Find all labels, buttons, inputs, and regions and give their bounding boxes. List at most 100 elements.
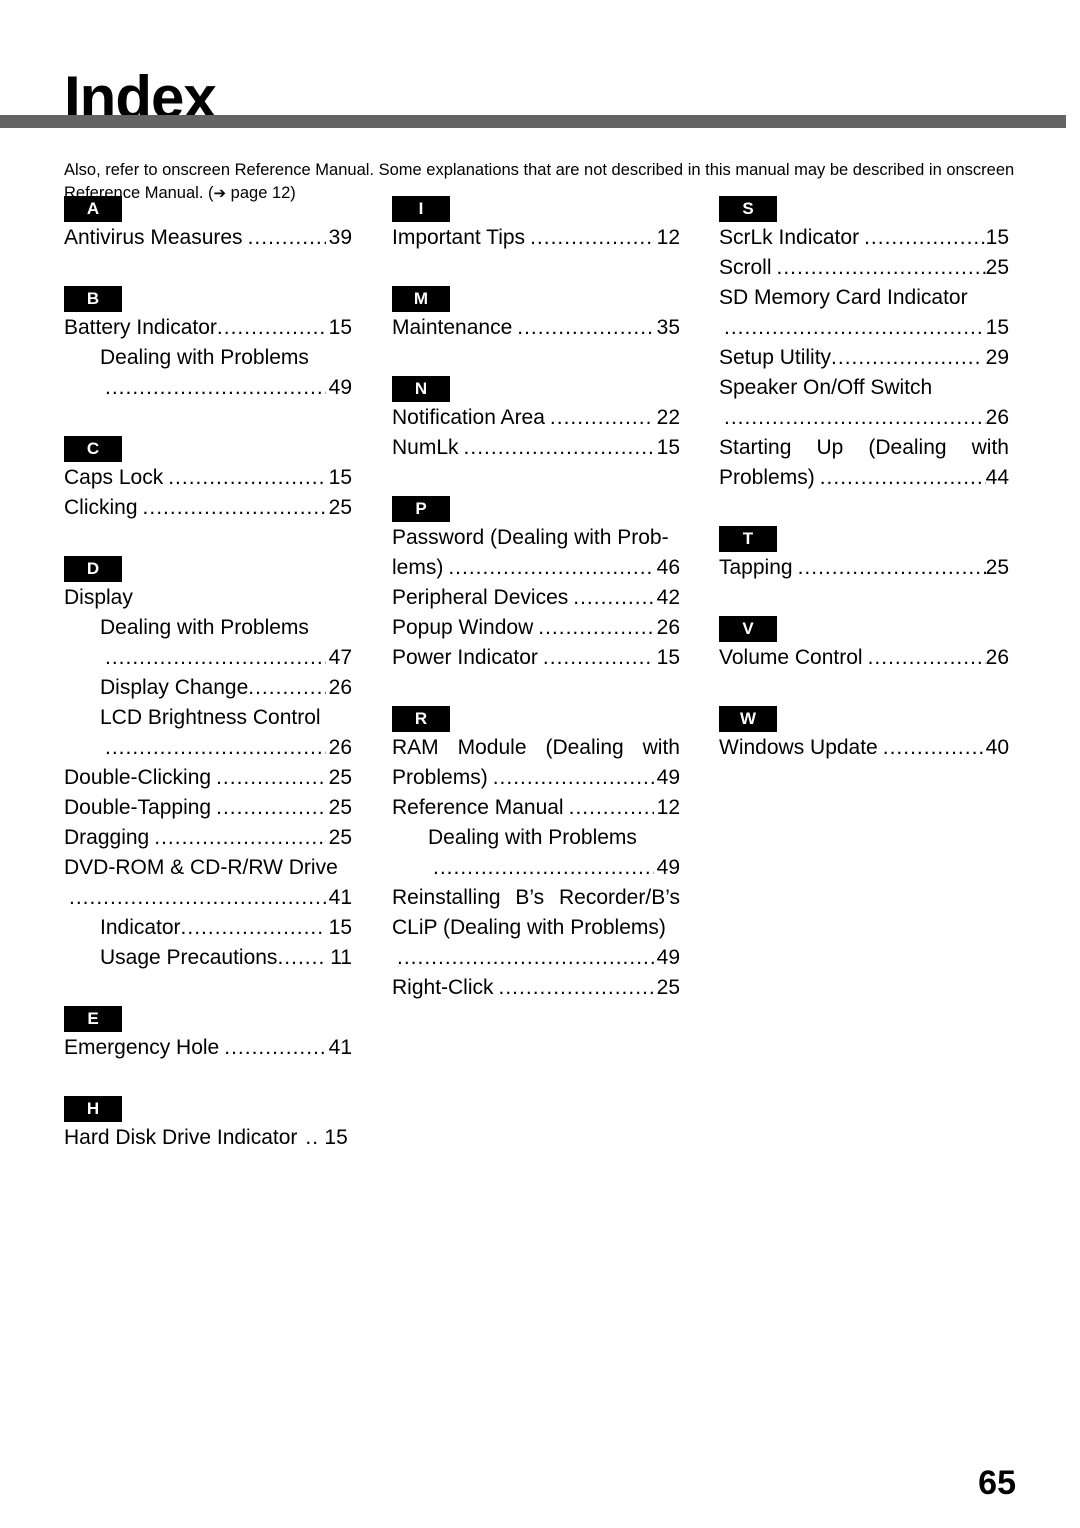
dot-leader (777, 253, 986, 283)
index-entry[interactable]: ScrLk Indicator 15 (719, 223, 1009, 253)
column-2: IImportant Tips12MMaintenance35NNotifica… (392, 196, 680, 1003)
letter-group-spacer (64, 973, 352, 1006)
dot-leader (181, 913, 326, 943)
index-entry-wrapped-line: Starting Up (Dealing with (719, 433, 1009, 463)
index-entry[interactable]: Scroll 25 (719, 253, 1009, 283)
index-entry[interactable]: Tapping 25 (719, 553, 1009, 583)
index-entry-leader-row[interactable]: 47 (64, 643, 352, 673)
index-entry[interactable]: Hard Disk Drive Indicator 15 (64, 1123, 352, 1153)
header-divider (0, 115, 1066, 128)
index-entry[interactable]: Setup Utility 29 (719, 343, 1009, 373)
index-entry-page-number: 35 (656, 316, 680, 339)
letter-badge-p: P (392, 496, 450, 522)
index-entry-label: Notification Area (392, 406, 545, 429)
index-entry-page-number: 47 (328, 646, 352, 669)
column-1: A Antivirus Measures 39 B Battery Indicator 1… (64, 196, 352, 1153)
index-entry-page-number: 49 (656, 766, 680, 789)
index-entry[interactable]: Volume Control 26 (719, 643, 1009, 673)
index-entry[interactable]: Windows Update 40 (719, 733, 1009, 763)
index-entry[interactable]: Usage Precautions 11 (64, 943, 352, 973)
index-entry[interactable]: Notification Area 22 (392, 403, 680, 433)
index-entry[interactable]: Peripheral Devices 42 (392, 583, 680, 613)
dot-leader (517, 313, 653, 343)
index-columns: A Antivirus Measures 39 B Battery Indicator 1… (0, 196, 1080, 1396)
index-entry[interactable]: Reference Manual 12 (392, 793, 680, 823)
index-entry[interactable]: Problems) 49 (392, 763, 680, 793)
letter-group-h: H Hard Disk Drive Indicator 15 (64, 1096, 352, 1153)
index-entry[interactable]: lems) 46 (392, 553, 680, 583)
index-entry[interactable]: Clicking 25 (64, 493, 352, 523)
index-entry[interactable]: Maintenance 35 (392, 313, 680, 343)
index-entry-leader-row[interactable]: 26 (64, 733, 352, 763)
letter-group-spacer (719, 673, 1009, 706)
index-entry-leader-row[interactable]: 49 (392, 943, 680, 973)
letter-badge-s: S (719, 196, 777, 222)
dot-leader (248, 223, 326, 253)
letter-group-spacer (64, 523, 352, 556)
letter-badge-h: H (64, 1096, 122, 1122)
index-entry[interactable]: Dragging 25 (64, 823, 352, 853)
index-entry[interactable]: Antivirus Measures 39 (64, 223, 352, 253)
index-entry[interactable]: Battery Indicator 15 (64, 313, 352, 343)
index-entry-page-number: 44 (985, 466, 1009, 489)
letter-badge-c: C (64, 436, 122, 462)
index-entry-label: Double-Clicking (64, 766, 212, 789)
letter-badge-d: D (64, 556, 122, 582)
index-entry-page-number: 25 (328, 826, 352, 849)
index-entry-label: Setup Utility (719, 346, 832, 369)
dot-leader (305, 1123, 321, 1153)
index-entry-page-number: 15 (328, 316, 352, 339)
index-entry-leader-row[interactable]: 41 (64, 883, 352, 913)
dot-leader (448, 553, 653, 583)
index-entry-leader-row[interactable]: 26 (719, 403, 1009, 433)
index-entry-label: Problems) (719, 466, 815, 489)
index-entry-page-number: 25 (985, 256, 1009, 279)
index-entry[interactable]: Important Tips 12 (392, 223, 680, 253)
dot-leader (154, 823, 325, 853)
index-entry-word: B’s (515, 886, 545, 909)
index-entry[interactable]: Problems) 44 (719, 463, 1009, 493)
index-entry[interactable]: Popup Window 26 (392, 613, 680, 643)
index-entry[interactable]: Caps Lock 15 (64, 463, 352, 493)
index-entry-title: LCD Brightness Control (100, 706, 321, 729)
index-entry-word: with (971, 436, 1009, 459)
column-3: S ScrLk Indicator 15 Scroll 25 SD Memory Card… (719, 196, 1009, 763)
index-entry[interactable]: Double-Clicking 25 (64, 763, 352, 793)
index-entry[interactable]: Indicator 15 (64, 913, 352, 943)
index-entry-page-number: 26 (328, 736, 352, 759)
index-entry-label: Important Tips (392, 226, 526, 249)
index-entry-page-number: 49 (328, 376, 352, 399)
index-entry-label: Antivirus Measures (64, 226, 243, 249)
letter-badge-r: R (392, 706, 450, 732)
index-entry-leader-row[interactable]: 15 (719, 313, 1009, 343)
index-entry[interactable]: NumLk 15 (392, 433, 680, 463)
dot-leader (105, 643, 326, 673)
index-entry[interactable]: Emergency Hole 41 (64, 1033, 352, 1063)
index-entry-word: with (642, 736, 680, 759)
letter-group-n: N Notification Area 22 NumLk 15 (392, 376, 680, 463)
index-entry-leader-row[interactable]: 49 (64, 373, 352, 403)
index-entry[interactable]: Right-Click 25 (392, 973, 680, 1003)
index-entry-page-number: 26 (328, 676, 352, 699)
index-entry-leader-row[interactable]: 49 (392, 853, 680, 883)
dot-leader (105, 373, 326, 403)
index-entry-title: SD Memory Card Indicator (719, 286, 968, 309)
index-entry[interactable]: Power Indicator 15 (392, 643, 680, 673)
dot-leader (168, 463, 325, 493)
dot-leader (538, 613, 653, 643)
letter-group-spacer (719, 583, 1009, 616)
letter-group-spacer (392, 673, 680, 706)
intro-line-1: Also, refer to onscreen Reference Manual… (64, 160, 925, 179)
index-entry[interactable]: Double-Tapping 25 (64, 793, 352, 823)
letter-group-p: P Password (Dealing with Prob-lems) 46 Peri… (392, 496, 680, 673)
letter-group-w: W Windows Update 40 (719, 706, 1009, 763)
index-entry[interactable]: Display Change 26 (64, 673, 352, 703)
index-entry-page-number: 25 (985, 556, 1009, 579)
index-entry-page-number: 15 (985, 226, 1009, 249)
index-entry-page-number: 49 (656, 856, 680, 879)
letter-badge-m: M (392, 286, 450, 312)
letter-group-c: C Caps Lock 15 Clicking 25 (64, 436, 352, 523)
index-entry-page-number: 41 (328, 1036, 352, 1059)
index-entry-word: Up (816, 436, 844, 459)
letter-badge-n: N (392, 376, 450, 402)
